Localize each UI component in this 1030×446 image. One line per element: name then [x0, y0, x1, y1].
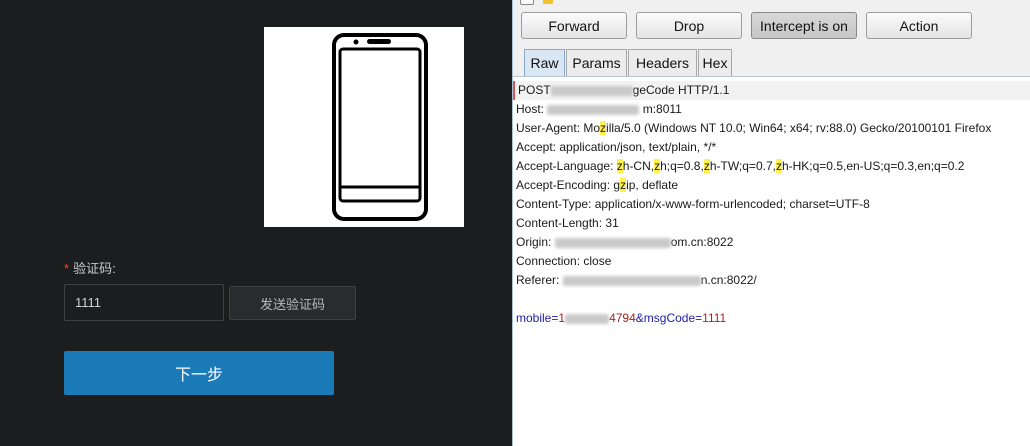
tab-headers[interactable]: Headers	[628, 49, 697, 76]
al-part: Accept-Language:	[516, 159, 617, 173]
drop-button[interactable]: Drop	[636, 12, 742, 39]
ua-part: User-Agent: Mo	[516, 121, 601, 135]
tab-hex[interactable]: Hex	[698, 49, 732, 76]
host-label: Host:	[516, 102, 545, 116]
param-mobile-value: 1	[558, 311, 566, 325]
phone-illustration	[264, 27, 464, 227]
header-accept-encoding: Accept-Encoding: gzip, deflate	[516, 176, 678, 195]
tab-raw[interactable]: Raw	[524, 49, 565, 76]
header-host: Host: m:8011	[516, 100, 682, 119]
intercept-panel: Forward Drop Intercept is on Action Raw …	[512, 0, 1030, 446]
request-line-tail: geCode HTTP/1.1	[632, 83, 730, 97]
ae-part: ip, deflate	[626, 178, 679, 192]
send-code-button[interactable]: 发送验证码	[229, 286, 356, 320]
message-tabs: Raw Params Headers Hex	[513, 46, 1030, 76]
tab-params[interactable]: Params	[566, 49, 627, 76]
param-msgcode-name: msgCode	[643, 311, 696, 325]
param-mobile-name: mobile	[516, 311, 552, 325]
request-line: POST geCode HTTP/1.1	[513, 81, 1030, 100]
header-accept-language: Accept-Language: zh-CN,zh;q=0.8,zh-TW;q=…	[516, 157, 964, 176]
redacted-path	[550, 85, 633, 96]
request-body: mobile=1 4794&msgCode=1111	[516, 309, 726, 328]
header-referer: Referer: n.cn:8022/	[516, 271, 757, 290]
verification-code-input[interactable]	[64, 284, 224, 321]
al-part: h-CN,	[622, 159, 655, 173]
host-tail: m:8011	[642, 102, 682, 116]
param-mobile-value-tail: 4794	[609, 311, 636, 325]
action-button[interactable]: Action	[866, 12, 972, 39]
request-method: POST	[518, 83, 551, 97]
intercept-toggle-button[interactable]: Intercept is on	[751, 12, 857, 39]
redacted-referer	[562, 275, 701, 286]
header-user-agent: User-Agent: Mozilla/5.0 (Windows NT 10.0…	[516, 119, 991, 138]
header-origin: Origin: om.cn:8022	[516, 233, 733, 252]
ae-part: Accept-Encoding: g	[516, 178, 621, 192]
al-part: h;q=0.8,	[660, 159, 704, 173]
header-accept: Accept: application/json, text/plain, */…	[516, 140, 717, 154]
header-content-type: Content-Type: application/x-www-form-url…	[516, 197, 870, 211]
verification-code-label: * 验证码:	[64, 258, 116, 277]
next-step-button[interactable]: 下一步	[64, 351, 334, 395]
al-part: h-HK;q=0.5,en-US;q=0.3,en;q=0.2	[781, 159, 965, 173]
redacted-mobile	[565, 313, 610, 324]
smartphone-icon	[332, 33, 428, 221]
al-part: h-TW;q=0.7,	[709, 159, 776, 173]
action-toolbar: Forward Drop Intercept is on Action	[513, 6, 1030, 46]
origin-tail: om.cn:8022	[670, 235, 734, 249]
verification-code-label-text: 验证码:	[73, 261, 116, 276]
redacted-host	[547, 104, 640, 115]
toolbar-folder-icon[interactable]	[543, 0, 553, 4]
required-mark: *	[64, 261, 70, 276]
toolbar-checkbox-icon[interactable]	[520, 0, 534, 5]
forward-button[interactable]: Forward	[521, 12, 627, 39]
param-msgcode-value: 1111	[702, 311, 727, 325]
ua-part: illa/5.0 (Windows NT 10.0; Win64; x64; r…	[606, 121, 992, 135]
referer-label: Referer:	[516, 273, 560, 287]
login-panel: *验证码: 发送验证码 下一步	[0, 0, 512, 446]
referer-tail: n.cn:8022/	[700, 273, 757, 287]
raw-request-editor[interactable]: POST geCode HTTP/1.1 Host: m:8011 User-Ag…	[513, 76, 1030, 446]
redacted-origin	[554, 237, 671, 248]
header-content-length: Content-Length: 31	[516, 216, 619, 230]
param-separator: &	[635, 311, 644, 325]
origin-label: Origin:	[516, 235, 552, 249]
header-connection: Connection: close	[516, 254, 612, 268]
